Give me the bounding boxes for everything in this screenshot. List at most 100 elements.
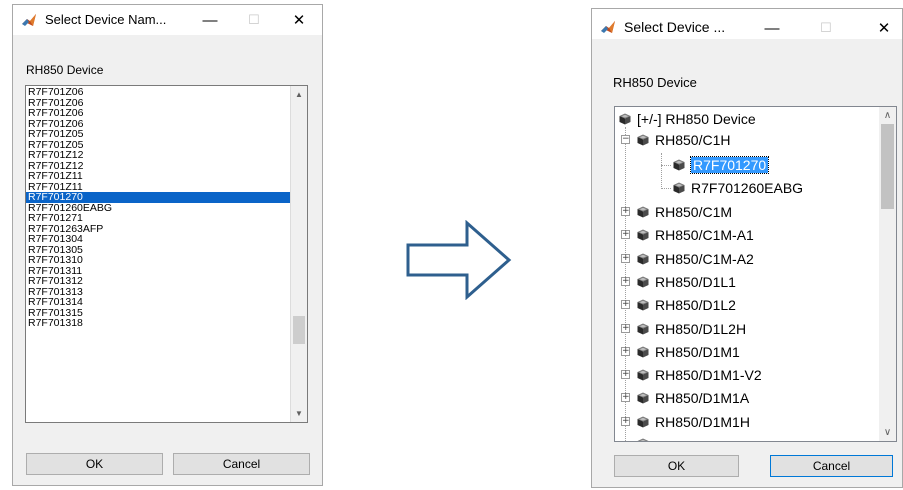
right-dialog-window: Select Device ... — ☐ ✕ RH850 Device [+/… bbox=[591, 8, 903, 488]
tree-group-label: RH850/C1M bbox=[655, 204, 733, 220]
tree-group-node[interactable]: RH850/C1M bbox=[637, 201, 732, 223]
tree-root-node[interactable]: [+/-] RH850 Device bbox=[619, 108, 756, 130]
collapse-toggle-icon[interactable]: − bbox=[621, 135, 630, 144]
right-title-bar[interactable]: Select Device ... — ☐ ✕ bbox=[592, 9, 902, 39]
expand-toggle-icon[interactable]: + bbox=[621, 370, 630, 380]
list-item[interactable]: R7F701314 bbox=[26, 297, 292, 308]
expand-toggle-icon[interactable]: + bbox=[621, 346, 630, 356]
expand-toggle-icon[interactable]: + bbox=[621, 393, 630, 403]
tree-group-label: RH850/D1M1A bbox=[655, 390, 750, 407]
tree-group-node[interactable]: RH850/C1M-A1 bbox=[637, 224, 754, 246]
tree-group-label: RH850/D1M1-V2 bbox=[655, 367, 762, 384]
device-chip-icon bbox=[637, 346, 649, 358]
device-chip-icon bbox=[673, 159, 685, 171]
list-item[interactable]: R7F701310 bbox=[26, 255, 292, 266]
scroll-up-arrow-icon[interactable]: ∧ bbox=[879, 107, 896, 124]
device-chip-icon bbox=[619, 113, 631, 125]
right-window-title: Select Device ... bbox=[624, 19, 726, 35]
minimize-button[interactable]: — bbox=[750, 13, 794, 43]
tree-group-label: RH850/C1H bbox=[655, 132, 731, 148]
list-item[interactable]: R7F701Z12 bbox=[26, 150, 292, 161]
scroll-down-arrow-icon[interactable]: ∨ bbox=[879, 424, 896, 441]
tree-group-node[interactable]: RH850/D1L2 bbox=[637, 294, 736, 316]
right-arrow-icon bbox=[406, 220, 512, 300]
minimize-button[interactable]: — bbox=[188, 5, 232, 35]
scroll-up-arrow-icon[interactable]: ▲ bbox=[291, 86, 307, 103]
expand-toggle-icon[interactable]: + bbox=[621, 300, 630, 310]
list-item[interactable]: R7F701Z05 bbox=[26, 129, 292, 140]
expand-toggle-icon[interactable]: + bbox=[621, 323, 630, 333]
list-item[interactable]: R7F701312 bbox=[26, 276, 292, 287]
tree-group-node[interactable]: RH850/C1H bbox=[637, 129, 730, 151]
tree-child-node[interactable]: R7F701260EABG bbox=[673, 177, 803, 199]
scrollbar-thumb[interactable] bbox=[881, 124, 894, 209]
tree-group-node[interactable]: RH850/D1L2H bbox=[637, 318, 746, 340]
device-chip-icon bbox=[637, 323, 649, 335]
tree-group-node[interactable]: RH850/C1M-A2 bbox=[637, 248, 754, 270]
tree-connector-line bbox=[661, 153, 662, 189]
tree-connector-line bbox=[661, 188, 671, 189]
tree-child-label: R7F701260EABG bbox=[691, 180, 804, 196]
tree-child-node[interactable]: R7F701270 bbox=[673, 154, 770, 176]
device-tree-label: RH850 Device bbox=[613, 75, 697, 90]
device-listbox[interactable]: R7F701Z06 R7F701Z06 R7F701Z06 R7F701Z06 R7F7… bbox=[25, 85, 308, 423]
device-chip-icon bbox=[637, 253, 649, 265]
matlab-logo-icon bbox=[600, 20, 616, 36]
maximize-button[interactable]: ☐ bbox=[804, 13, 848, 43]
device-chip-icon bbox=[637, 299, 649, 311]
list-item[interactable]: R7F701304 bbox=[26, 234, 292, 245]
tree-group-node[interactable]: RH850/D1M1 bbox=[637, 341, 740, 363]
maximize-button[interactable]: ☐ bbox=[232, 5, 276, 35]
tree-group-label: RH850/C1M-A2 bbox=[655, 250, 754, 267]
tree-partial-node bbox=[637, 432, 655, 442]
tree-group-label: RH850/C1M-A1 bbox=[655, 227, 754, 244]
tree-group-node[interactable]: RH850/D1L1 bbox=[637, 271, 736, 293]
scrollbar-thumb[interactable] bbox=[293, 316, 305, 344]
tree-group-label: RH850/D1L1 bbox=[655, 273, 736, 290]
tree-group-label: RH850/D1M1 bbox=[655, 343, 740, 360]
expand-toggle-icon[interactable]: + bbox=[621, 276, 630, 286]
scroll-down-arrow-icon[interactable]: ▼ bbox=[291, 405, 307, 422]
cancel-button[interactable]: Cancel bbox=[770, 455, 893, 477]
ok-button[interactable]: OK bbox=[614, 455, 739, 477]
tree-root-label: [+/-] RH850 Device bbox=[637, 111, 756, 127]
ok-button[interactable]: OK bbox=[26, 453, 163, 475]
list-item[interactable]: R7F701Z11 bbox=[26, 171, 292, 182]
left-title-bar[interactable]: Select Device Nam... — ☐ ✕ bbox=[13, 5, 322, 35]
expand-toggle-icon[interactable]: + bbox=[621, 253, 630, 263]
left-window-title: Select Device Nam... bbox=[45, 12, 167, 27]
list-item[interactable]: R7F701271 bbox=[26, 213, 292, 224]
tree-group-label: RH850/D1M1H bbox=[655, 413, 750, 430]
tree-group-node[interactable]: RH850/D1M1H bbox=[637, 411, 750, 433]
close-button[interactable]: ✕ bbox=[277, 5, 321, 35]
tree-child-label-selected: R7F701270 bbox=[689, 156, 770, 174]
device-chip-icon bbox=[637, 134, 649, 146]
list-item[interactable]: R7F701270 bbox=[26, 192, 292, 203]
tree-scrollbar[interactable]: ∧ ∨ bbox=[879, 107, 896, 441]
close-button[interactable]: ✕ bbox=[862, 13, 903, 43]
list-item[interactable]: R7F701Z06 bbox=[26, 87, 292, 98]
list-scrollbar[interactable]: ▲ ▼ bbox=[290, 86, 307, 422]
tree-group-label: RH850/D1L2 bbox=[655, 297, 736, 314]
device-chip-icon bbox=[637, 369, 649, 381]
tree-group-node[interactable]: RH850/D1M1A bbox=[637, 387, 749, 409]
device-chip-icon bbox=[637, 392, 649, 404]
device-chip-icon bbox=[637, 416, 649, 428]
device-chip-icon bbox=[637, 438, 649, 442]
matlab-logo-icon bbox=[21, 13, 37, 29]
list-item[interactable]: R7F701Z06 bbox=[26, 108, 292, 119]
tree-group-label: RH850/D1L2H bbox=[655, 320, 747, 337]
tree-group-node[interactable]: RH850/D1M1-V2 bbox=[637, 364, 762, 386]
expand-toggle-icon[interactable]: + bbox=[621, 207, 630, 216]
device-chip-icon bbox=[637, 206, 649, 218]
device-tree[interactable]: [+/-] RH850 Device − RH850/C1H R7F701270… bbox=[614, 106, 897, 442]
device-chip-icon bbox=[637, 229, 649, 241]
expand-toggle-icon[interactable]: + bbox=[621, 230, 630, 240]
cancel-button[interactable]: Cancel bbox=[173, 453, 310, 475]
left-dialog-window: Select Device Nam... — ☐ ✕ RH850 Device … bbox=[12, 4, 323, 486]
device-list-label: RH850 Device bbox=[26, 63, 104, 77]
device-list-items: R7F701Z06 R7F701Z06 R7F701Z06 R7F701Z06 R7F7… bbox=[26, 87, 292, 329]
list-item[interactable]: R7F701318 bbox=[26, 318, 292, 329]
expand-toggle-icon[interactable]: + bbox=[621, 416, 630, 426]
device-chip-icon bbox=[673, 182, 685, 194]
